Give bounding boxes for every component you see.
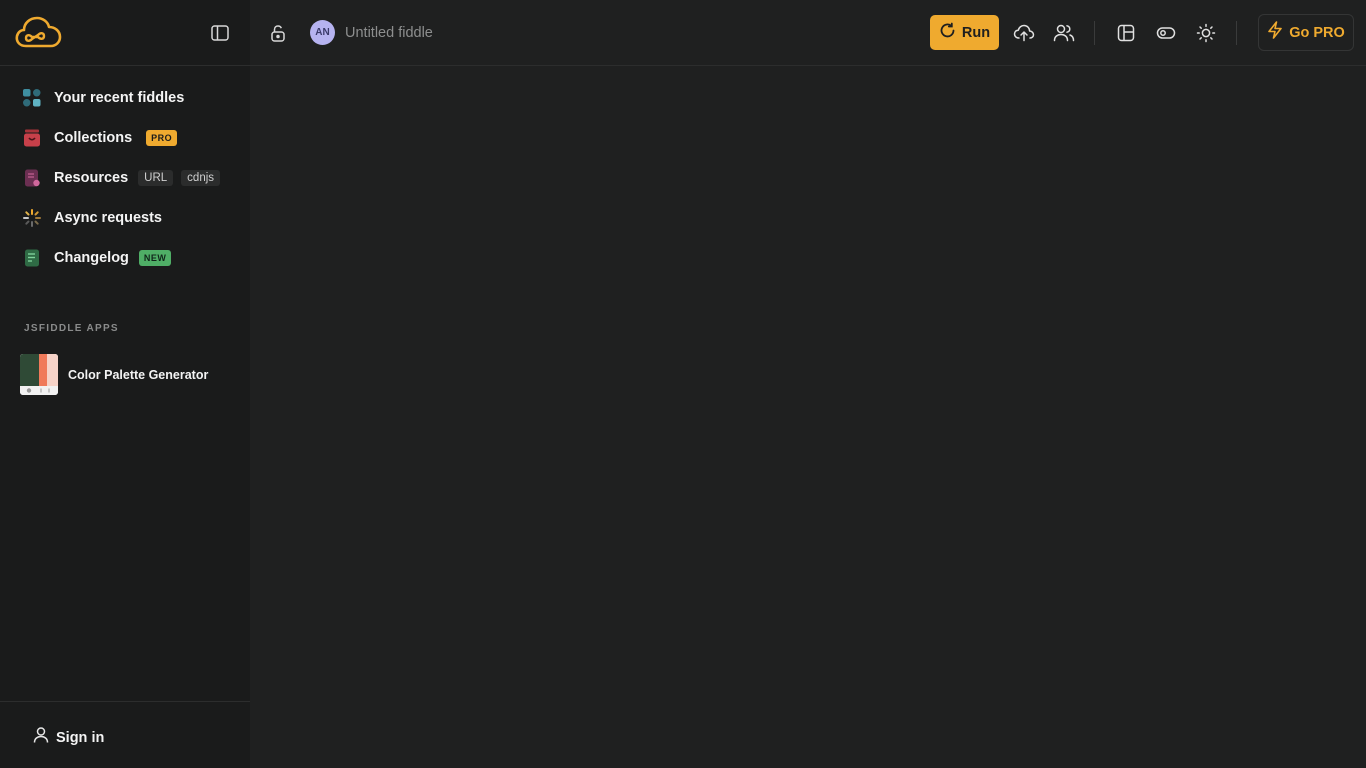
sidebar: Your recent fiddles Collections PRO Reso… — [0, 0, 250, 768]
sidebar-item-changelog[interactable]: Changelog NEW — [0, 238, 250, 278]
resources-icon — [22, 168, 42, 188]
collections-icon — [22, 128, 42, 148]
changelog-icon — [22, 248, 42, 268]
go-pro-label: Go PRO — [1289, 24, 1345, 41]
user-icon — [32, 726, 50, 749]
editor-area[interactable] — [250, 66, 1366, 768]
toggle-sidebar-icon[interactable] — [209, 22, 231, 44]
lock-icon[interactable] — [268, 22, 288, 44]
resource-chip-url: URL — [138, 170, 174, 186]
sidebar-item-label: Your recent fiddles — [54, 90, 185, 106]
jsfiddle-logo-icon[interactable] — [14, 14, 62, 50]
sidebar-item-label: Resources — [54, 170, 129, 186]
app-item-color-palette-generator[interactable]: Color Palette Generator — [20, 354, 208, 395]
refresh-icon — [939, 22, 956, 44]
collaborators-icon[interactable] — [1052, 21, 1076, 45]
avatar[interactable]: AN — [310, 20, 335, 45]
lightning-icon — [1267, 21, 1283, 44]
sign-in-button[interactable]: Sign in — [32, 726, 104, 749]
sidebar-item-async-requests[interactable]: Async requests — [0, 198, 250, 238]
sidebar-header — [0, 0, 250, 66]
fiddle-title-input[interactable] — [345, 22, 595, 44]
sidebar-item-label: Collections — [54, 130, 133, 146]
app-item-label: Color Palette Generator — [68, 367, 209, 382]
spinner-icon — [22, 208, 42, 228]
grid-icon — [22, 88, 42, 108]
sign-in-label: Sign in — [56, 729, 105, 746]
sidebar-item-label: Changelog — [54, 250, 129, 266]
go-pro-button[interactable]: Go PRO — [1258, 14, 1354, 51]
apps-section-heading: JSFIDDLE APPS — [24, 323, 119, 334]
sidebar-item-collections[interactable]: Collections PRO — [0, 118, 250, 158]
run-button[interactable]: Run — [930, 15, 999, 50]
palette-thumbnail-icon — [20, 354, 58, 395]
upload-cloud-icon[interactable] — [1012, 21, 1036, 45]
new-badge: NEW — [138, 250, 172, 266]
sidebar-nav: Your recent fiddles Collections PRO Reso… — [0, 78, 250, 278]
pro-badge: PRO — [146, 130, 178, 146]
sidebar-item-recent-fiddles[interactable]: Your recent fiddles — [0, 78, 250, 118]
toolbar-divider — [1236, 21, 1237, 45]
layout-icon[interactable] — [1114, 21, 1138, 45]
sidebar-item-resources[interactable]: Resources URL cdnjs — [0, 158, 250, 198]
sidebar-item-label: Async requests — [54, 210, 162, 226]
resource-chip-cdnjs: cdnjs — [181, 170, 221, 186]
top-toolbar: AN Run — [250, 0, 1366, 66]
run-label: Run — [961, 24, 991, 41]
jsfiddle-app: Your recent fiddles Collections PRO Reso… — [0, 0, 1366, 768]
sidebar-footer: Sign in — [0, 701, 250, 768]
toggle-settings-icon[interactable] — [1154, 21, 1178, 45]
toolbar-divider — [1094, 21, 1095, 45]
theme-sun-icon[interactable] — [1194, 21, 1218, 45]
